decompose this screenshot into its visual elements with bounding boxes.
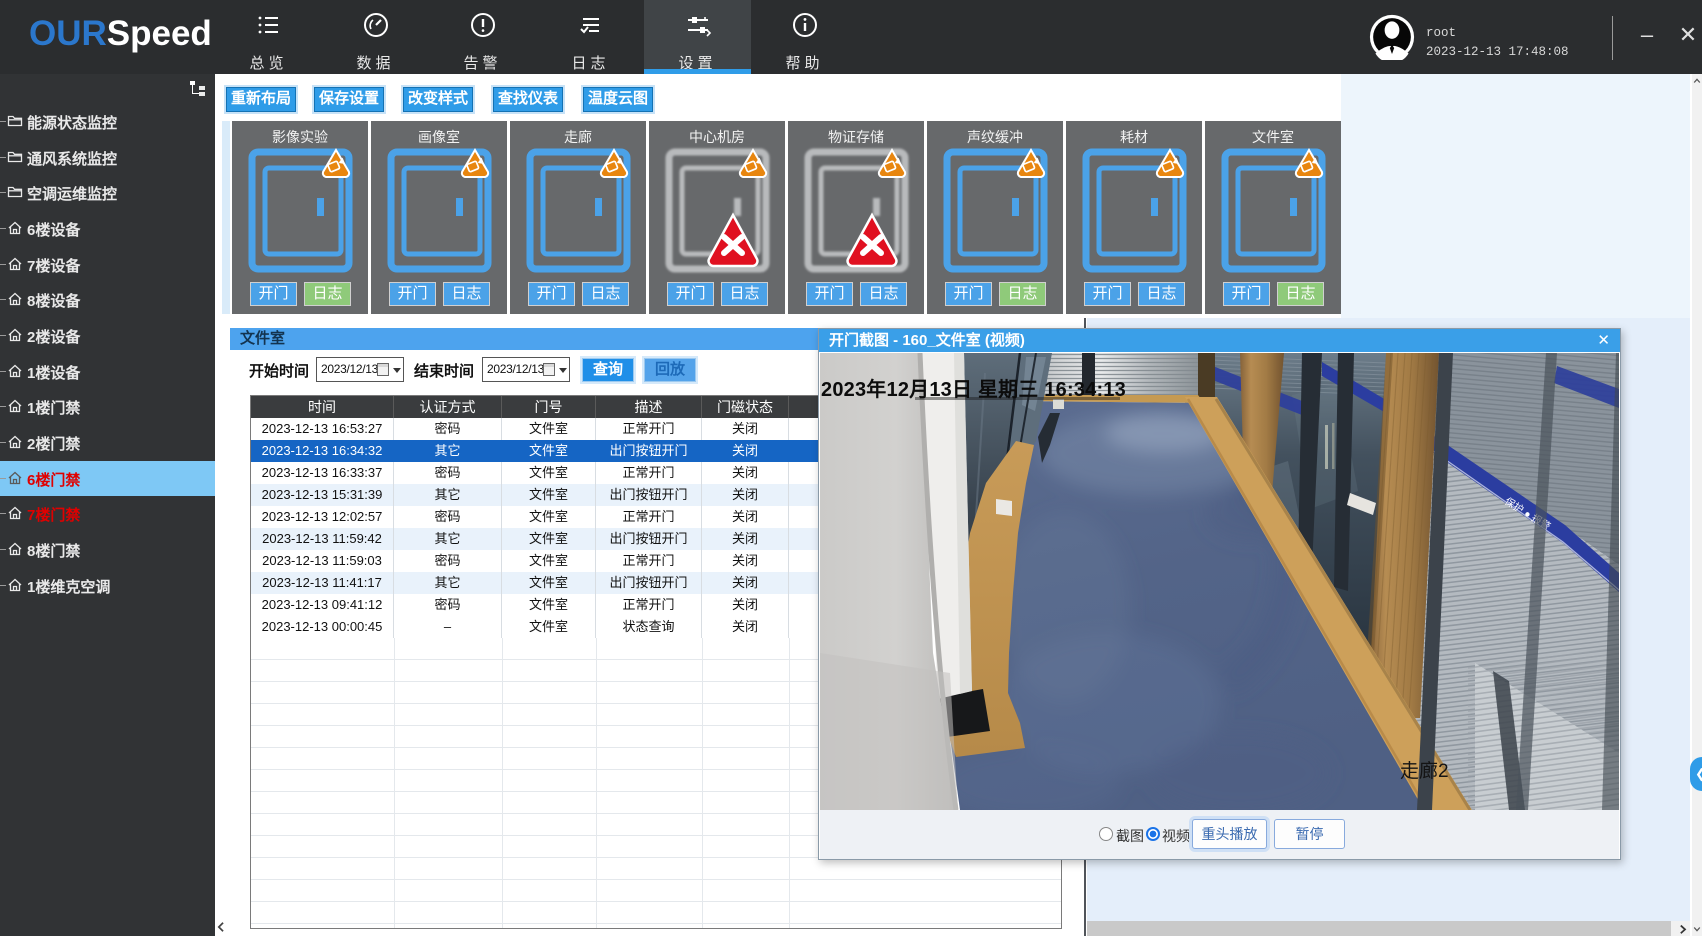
svg-text:走廊2: 走廊2	[1400, 760, 1449, 782]
svg-text:2023年12月13日 星期三 16:34:13: 2023年12月13日 星期三 16:34:13	[821, 377, 1126, 401]
